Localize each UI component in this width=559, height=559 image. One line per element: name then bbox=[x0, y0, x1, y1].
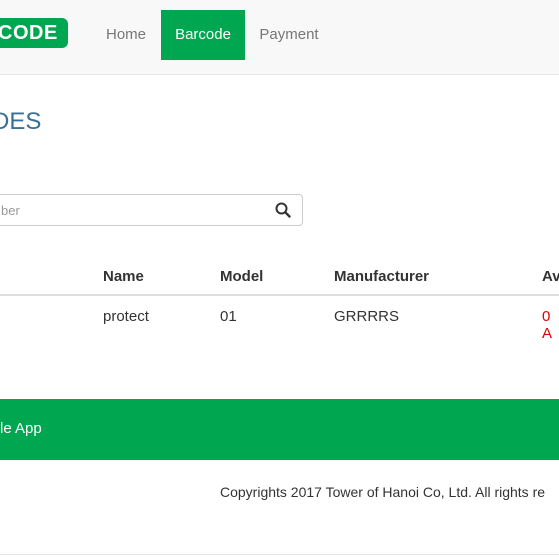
search-icon[interactable] bbox=[274, 201, 292, 219]
column-header-manufacturer: Manufacturer bbox=[334, 268, 430, 285]
column-header-model: Model bbox=[220, 268, 264, 285]
search-form bbox=[0, 194, 303, 226]
brand-logo[interactable]: CODE bbox=[0, 18, 68, 48]
top-navbar: CODE Home Barcode Payment bbox=[0, 0, 559, 75]
mobile-app-link[interactable]: obile App bbox=[0, 420, 42, 437]
column-header-availability: Av bbox=[542, 268, 559, 285]
nav-home[interactable]: Home bbox=[91, 10, 161, 60]
nav-barcode[interactable]: Barcode bbox=[161, 10, 245, 60]
cell-availability: 0 A bbox=[542, 308, 553, 342]
nav-payment[interactable]: Payment bbox=[245, 10, 333, 60]
search-input[interactable] bbox=[0, 195, 251, 225]
copyright-text: Copyrights 2017 Tower of Hanoi Co, Ltd. … bbox=[220, 484, 546, 500]
cell-model: 01 bbox=[220, 308, 237, 325]
table-header: Name Model Manufacturer Av bbox=[0, 258, 559, 296]
cell-manufacturer: GRRRRS bbox=[334, 308, 400, 325]
table-row[interactable]: protect 01 GRRRRS 0 A bbox=[0, 298, 559, 342]
page-title: DES bbox=[0, 108, 42, 135]
column-header-name: Name bbox=[103, 268, 144, 285]
footer-bar: obile App bbox=[0, 399, 559, 460]
divider bbox=[0, 554, 559, 555]
cell-name: protect bbox=[103, 308, 149, 325]
